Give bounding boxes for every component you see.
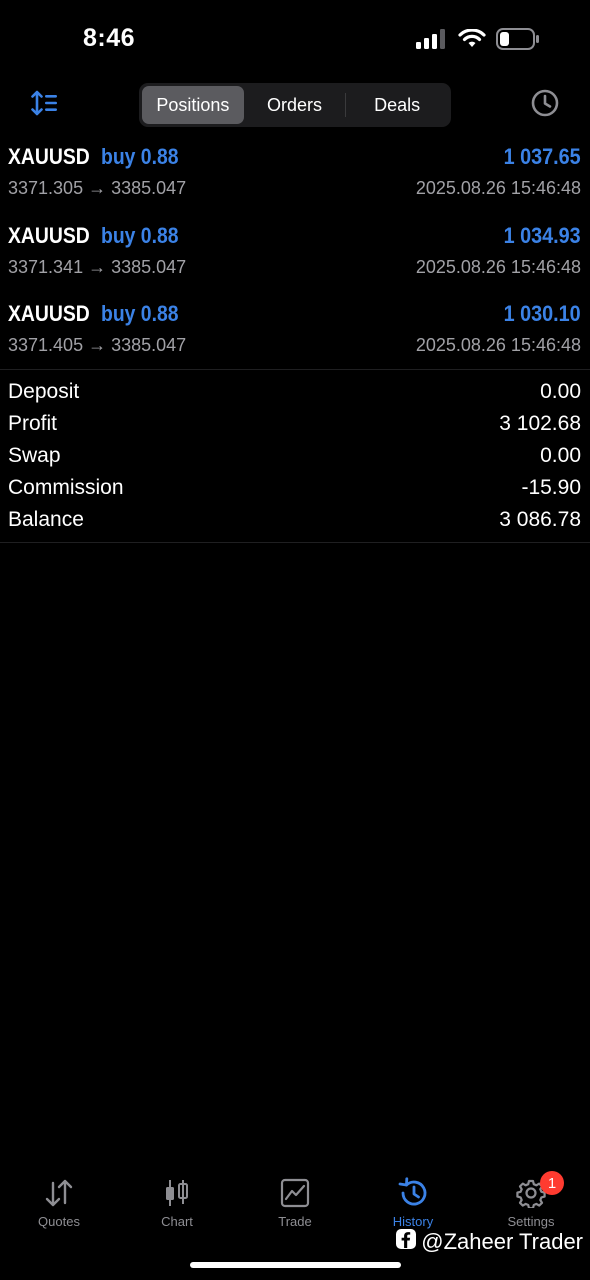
summary-row-balance: Balance 3 086.78 xyxy=(0,504,590,536)
tab-trade[interactable]: Trade xyxy=(236,1168,354,1238)
position-symbol: XAUUSD xyxy=(8,222,90,248)
tab-label: Settings xyxy=(507,1214,555,1229)
position-time: 2025.08.26 15:46:48 xyxy=(415,335,581,355)
position-side: buy 0.88 xyxy=(101,222,179,248)
position-row[interactable]: XAUUSD buy 0.88 1 034.93 3371.341 → 3385… xyxy=(0,219,590,298)
cellular-signal-icon xyxy=(416,29,448,54)
summary-bottom-divider xyxy=(0,542,590,543)
tab-label: Chart xyxy=(161,1214,193,1229)
position-side: buy 0.88 xyxy=(101,301,179,326)
summary-label: Commission xyxy=(8,476,124,499)
summary-value: 0.00 xyxy=(540,380,581,403)
position-header: XAUUSD buy 0.88 1 037.65 xyxy=(8,144,581,170)
position-profit: 1 037.65 xyxy=(503,144,581,169)
position-profit: 1 030.10 xyxy=(503,301,581,326)
position-title: XAUUSD buy 0.88 xyxy=(8,223,189,249)
summary-label: Balance xyxy=(8,508,84,531)
tab-quotes[interactable]: Quotes xyxy=(0,1168,118,1238)
tab-positions[interactable]: Positions xyxy=(142,86,244,124)
position-header: XAUUSD buy 0.88 1 030.10 xyxy=(8,301,581,327)
watermark-text: @Zaheer Trader xyxy=(421,1229,583,1254)
position-time: 2025.08.26 15:46:48 xyxy=(415,256,581,277)
position-details: 3371.405 → 3385.047 2025.08.26 15:46:48 xyxy=(8,335,581,356)
summary-value: -15.90 xyxy=(521,476,581,499)
tab-label: History xyxy=(392,1214,434,1229)
status-icons xyxy=(416,28,540,55)
history-clock-icon xyxy=(396,1176,430,1210)
summary-section: Deposit 0.00 Profit 3 102.68 Swap 0.00 C… xyxy=(0,376,590,536)
position-details: 3371.341 → 3385.047 2025.08.26 15:46:48 xyxy=(8,257,581,278)
positions-list: XAUUSD buy 0.88 1 037.65 3371.305 → 3385… xyxy=(0,140,590,376)
position-title: XAUUSD buy 0.88 xyxy=(8,301,189,327)
battery-icon xyxy=(496,28,540,55)
summary-value: 3 086.78 xyxy=(499,508,581,531)
position-title: XAUUSD buy 0.88 xyxy=(8,144,189,170)
history-segmented-control: Positions Orders Deals xyxy=(139,83,451,127)
status-bar: 8:46 xyxy=(0,0,590,80)
summary-value: 3 102.68 xyxy=(499,412,581,435)
quotes-arrows-icon xyxy=(42,1176,76,1210)
summary-row-swap: Swap 0.00 xyxy=(0,440,590,472)
summary-top-divider xyxy=(0,369,590,370)
wifi-icon xyxy=(458,28,486,54)
position-details: 3371.305 → 3385.047 2025.08.26 15:46:48 xyxy=(8,178,581,199)
summary-row-commission: Commission -15.90 xyxy=(0,472,590,504)
position-prices: 3371.405 → 3385.047 xyxy=(8,335,187,355)
home-indicator xyxy=(190,1262,401,1268)
summary-label: Profit xyxy=(8,412,58,435)
candlestick-chart-icon xyxy=(160,1176,194,1210)
trade-line-chart-icon xyxy=(278,1176,312,1210)
position-symbol: XAUUSD xyxy=(8,301,90,326)
watermark: @Zaheer Trader xyxy=(395,1228,583,1256)
period-button[interactable] xyxy=(528,88,562,122)
sort-icon xyxy=(31,90,59,121)
position-row[interactable]: XAUUSD buy 0.88 1 030.10 3371.405 → 3385… xyxy=(0,297,590,376)
position-prices: 3371.341 → 3385.047 xyxy=(8,256,187,277)
summary-value: 0.00 xyxy=(540,444,581,467)
tab-chart[interactable]: Chart xyxy=(118,1168,236,1238)
tab-orders[interactable]: Orders xyxy=(244,86,346,124)
position-row[interactable]: XAUUSD buy 0.88 1 037.65 3371.305 → 3385… xyxy=(0,140,590,219)
tab-label: Trade xyxy=(278,1214,312,1229)
summary-row-profit: Profit 3 102.68 xyxy=(0,408,590,440)
position-prices: 3371.305 → 3385.047 xyxy=(8,178,187,198)
clock-icon xyxy=(530,88,560,123)
position-symbol: XAUUSD xyxy=(8,144,90,169)
facebook-icon xyxy=(395,1228,417,1256)
position-time: 2025.08.26 15:46:48 xyxy=(415,178,581,198)
position-header: XAUUSD buy 0.88 1 034.93 xyxy=(8,223,581,249)
summary-label: Swap xyxy=(8,444,61,467)
tab-deals[interactable]: Deals xyxy=(346,86,448,124)
position-profit: 1 034.93 xyxy=(503,222,581,248)
header: Positions Orders Deals xyxy=(0,80,590,130)
sort-button[interactable] xyxy=(28,88,62,122)
tab-label: Quotes xyxy=(38,1214,80,1229)
summary-label: Deposit xyxy=(8,380,80,403)
settings-badge: 1 xyxy=(540,1171,564,1195)
position-side: buy 0.88 xyxy=(101,144,179,169)
summary-row-deposit: Deposit 0.00 xyxy=(0,376,590,408)
status-time: 8:46 xyxy=(83,24,136,52)
